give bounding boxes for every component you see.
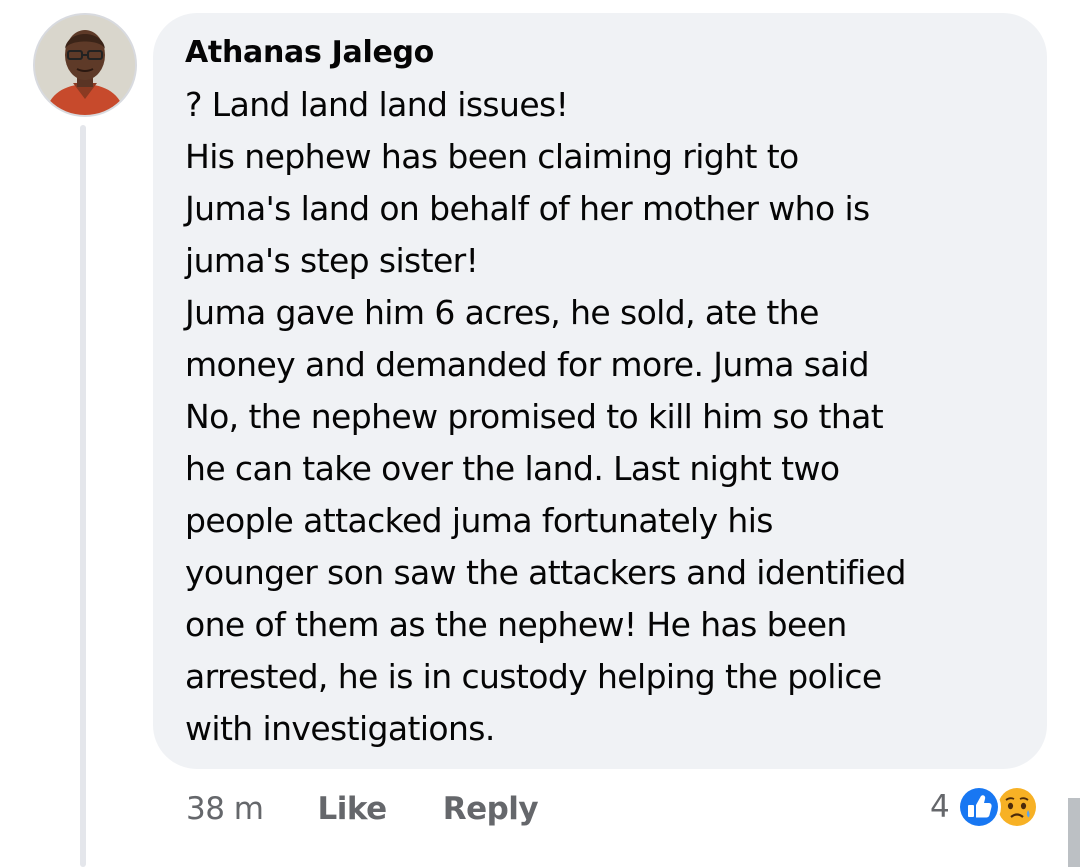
scrollbar-thumb[interactable] [1068, 798, 1080, 867]
comment-text-line: younger son saw the attackers and identi… [185, 553, 906, 592]
comment-text-line: money and demanded for more. Juma said [185, 345, 870, 384]
comment-author[interactable]: Athanas Jalego [185, 35, 1027, 71]
reply-button[interactable]: Reply [443, 791, 539, 827]
comment-text-line: His nephew has been claiming right to [185, 137, 799, 176]
avatar-portrait-icon [35, 15, 135, 115]
comment-timestamp[interactable]: 38 m [186, 791, 264, 827]
thread-connector-line [80, 125, 86, 867]
like-reaction-icon [956, 785, 1001, 829]
comment-text-line: Juma's land on behalf of her mother who … [185, 189, 870, 228]
like-button[interactable]: Like [318, 791, 388, 827]
comment-text-line: one of them as the nephew! He has been [185, 605, 847, 644]
comment-text-line: people attacked juma fortunately his [185, 501, 774, 540]
comment-text-line: juma's step sister! [185, 241, 479, 280]
comment-text-line: he can take over the land. Last night tw… [185, 449, 840, 488]
comment-text-line: No, the nephew promised to kill him so t… [185, 397, 884, 436]
comment-text-line: ? Land land land issues! [185, 85, 569, 124]
reaction-count: 4 [930, 789, 950, 825]
comment-text: ? Land land land issues! His nephew has … [185, 79, 1027, 755]
reaction-icons [956, 781, 1046, 833]
avatar[interactable] [33, 13, 137, 117]
reactions-summary[interactable]: 4 [930, 781, 1046, 833]
comment-bubble: Athanas Jalego ? Land land land issues! … [153, 13, 1047, 769]
comment-text-line: Juma gave him 6 acres, he sold, ate the [185, 293, 819, 332]
comment-thread: Athanas Jalego ? Land land land issues! … [0, 0, 1080, 867]
comment-text-line: with investigations. [185, 709, 495, 748]
comment-actions: 38 m Like Reply [186, 787, 539, 831]
comment-text-line: arrested, he is in custody helping the p… [185, 657, 882, 696]
